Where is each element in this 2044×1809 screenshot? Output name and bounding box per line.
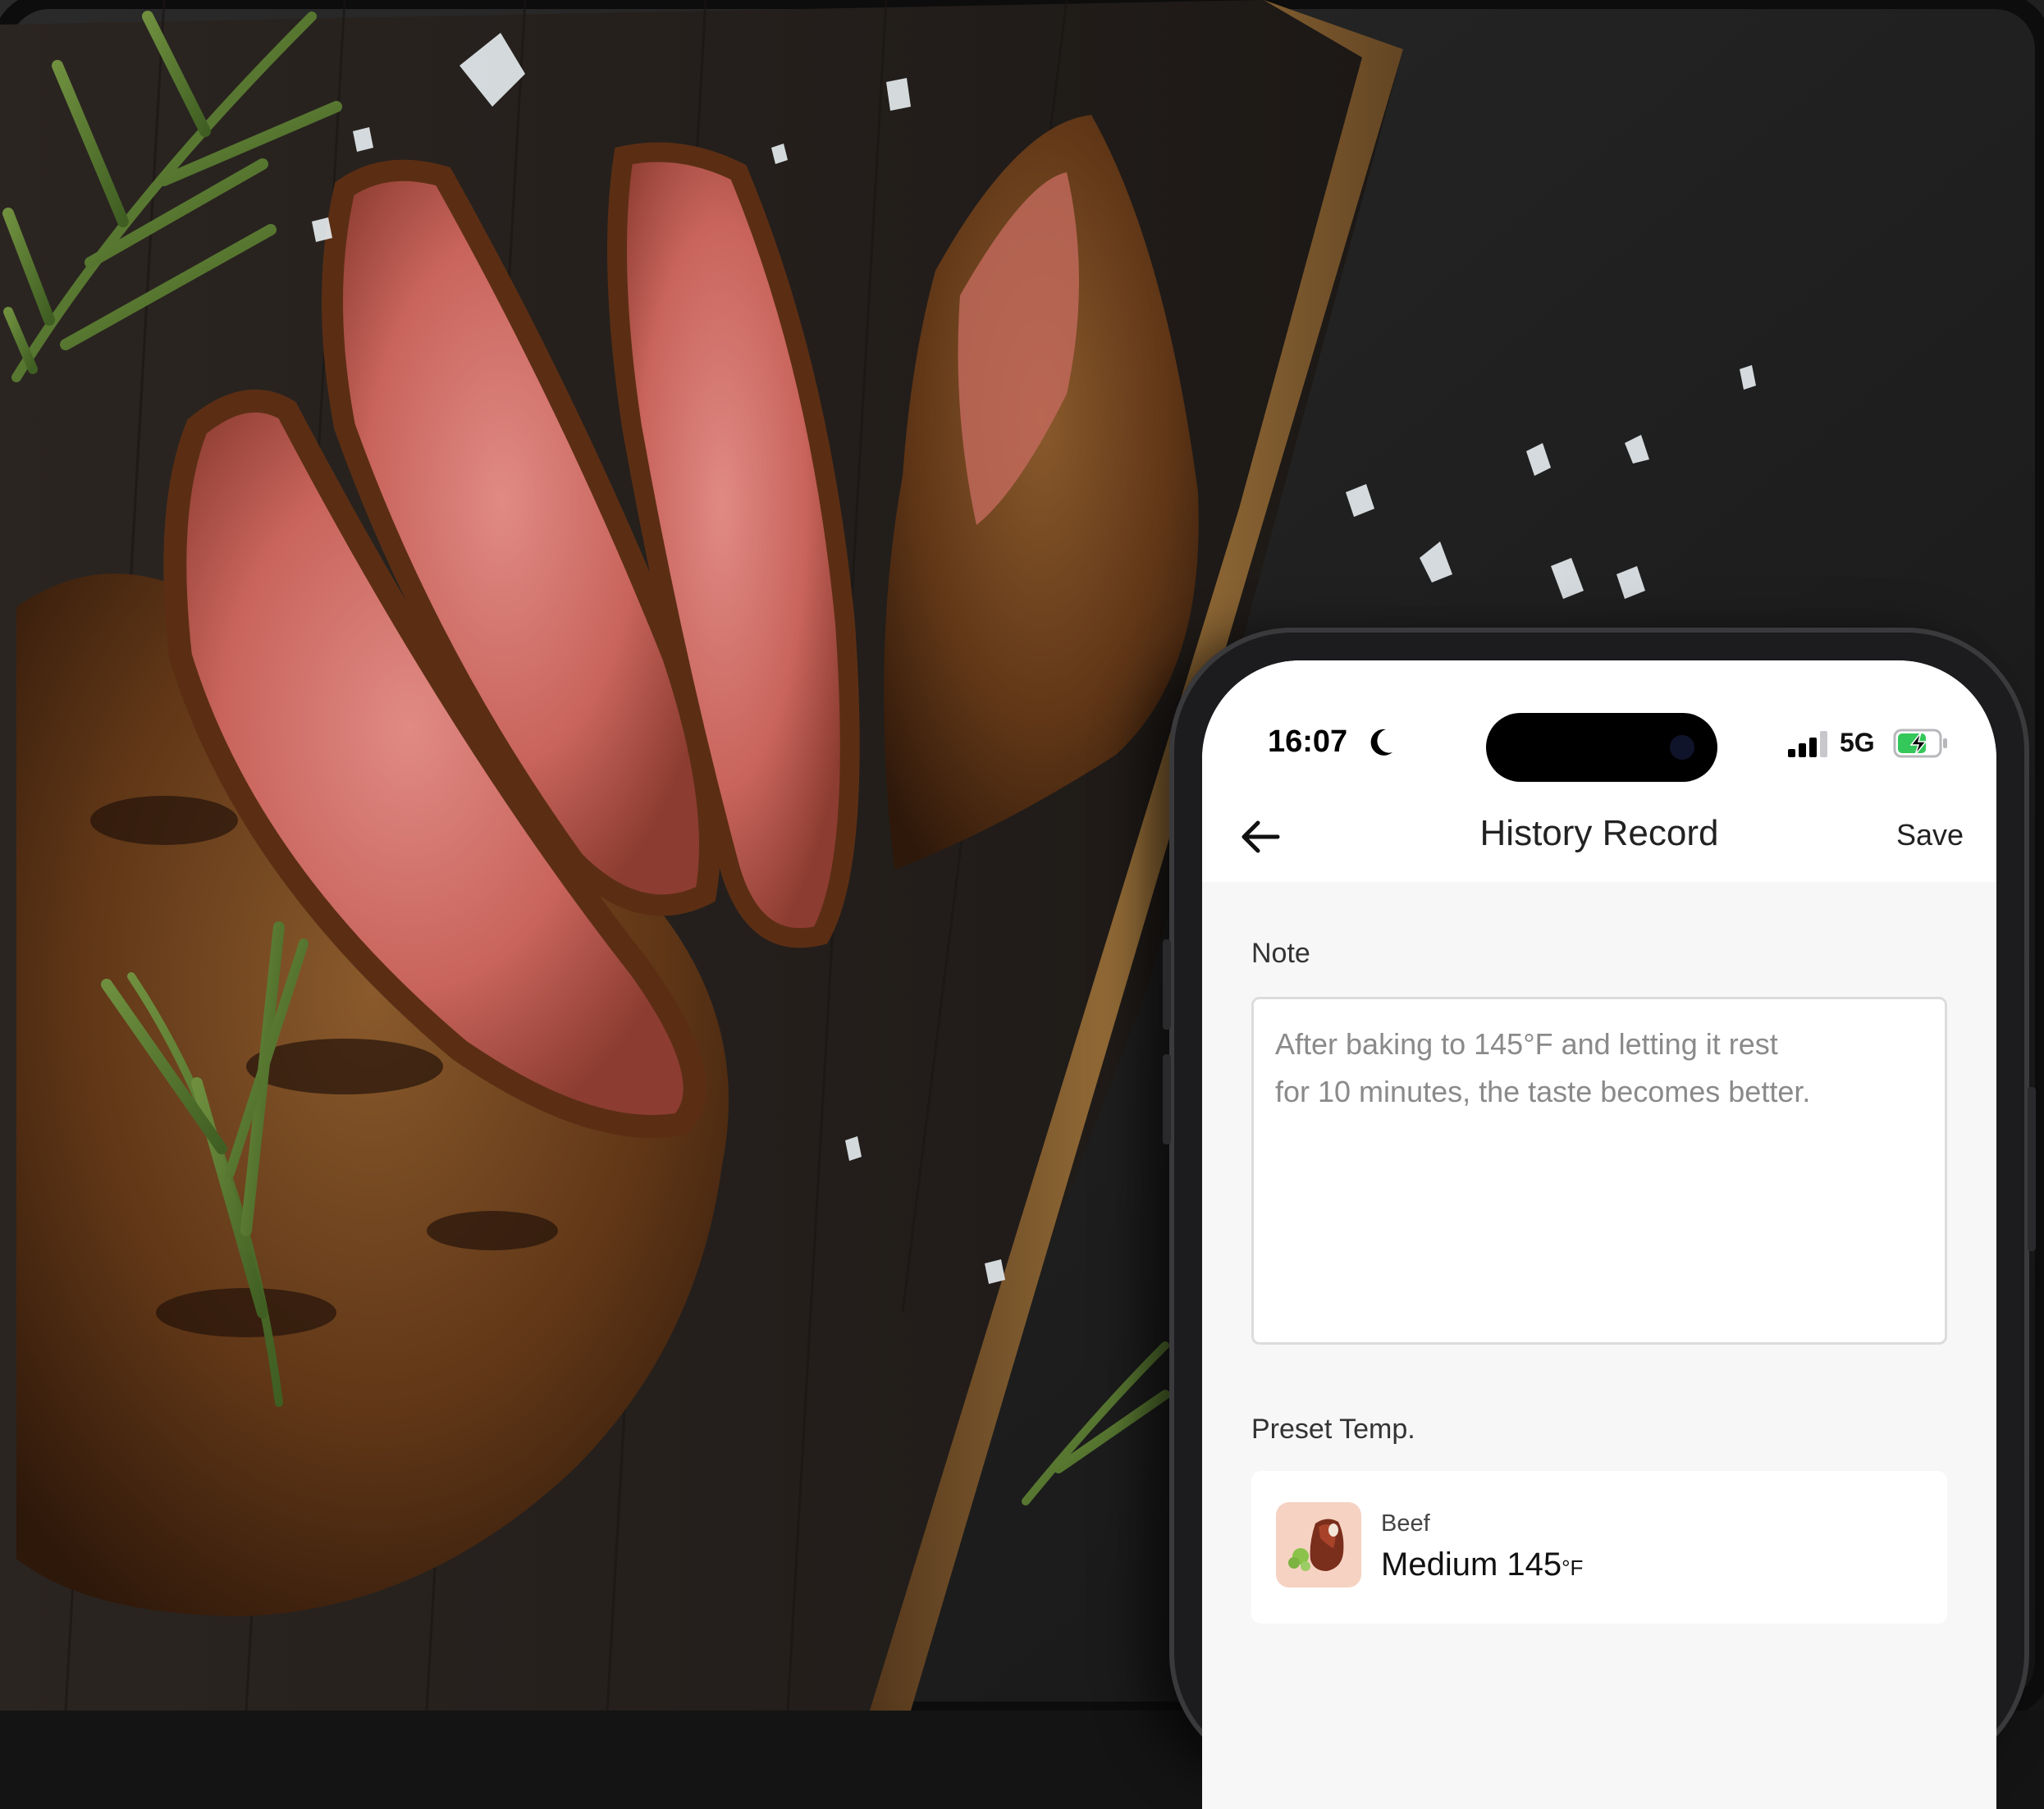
- phone-side-button: [1163, 939, 1171, 1030]
- nav-bar: History Record Save: [1202, 792, 1996, 882]
- battery-charging-icon: [1893, 729, 1947, 758]
- beef-icon: [1288, 1519, 1344, 1571]
- note-label: Note: [1251, 938, 1310, 969]
- note-textarea[interactable]: After baking to 145°F and letting it res…: [1251, 997, 1947, 1345]
- page-title: History Record: [1479, 813, 1719, 853]
- preset-temperature: 145: [1507, 1546, 1562, 1583]
- preset-category: Beef: [1381, 1510, 1430, 1537]
- status-time: 16:07: [1268, 724, 1348, 759]
- preset-thumbnail: [1276, 1502, 1361, 1587]
- preset-temp-label: Preset Temp.: [1251, 1414, 1415, 1445]
- preset-doneness: Medium: [1381, 1546, 1498, 1583]
- note-text-line: After baking to 145°F and letting it res…: [1275, 1027, 1778, 1061]
- note-text-line: for 10 minutes, the taste becomes better…: [1275, 1075, 1811, 1108]
- status-bar: 16:07 5G: [1202, 660, 1996, 792]
- phone-side-button: [1163, 1054, 1171, 1144]
- dynamic-island: [1486, 713, 1717, 782]
- phone-side-button: [2028, 1087, 2036, 1251]
- phone-device: 16:07 5G History Record Save Note After …: [1163, 628, 2036, 1809]
- signal-icon: [1788, 731, 1827, 757]
- app-screen: 16:07 5G History Record Save Note After …: [1202, 660, 1996, 1809]
- preset-value: Medium 145°F: [1381, 1546, 1583, 1583]
- preset-unit: °F: [1562, 1555, 1584, 1580]
- camera-icon: [1670, 735, 1694, 760]
- save-button[interactable]: Save: [1896, 818, 1964, 852]
- moon-icon: [1370, 729, 1392, 756]
- network-type: 5G: [1840, 728, 1875, 757]
- preset-temp-card[interactable]: Beef Medium 145°F: [1251, 1471, 1947, 1624]
